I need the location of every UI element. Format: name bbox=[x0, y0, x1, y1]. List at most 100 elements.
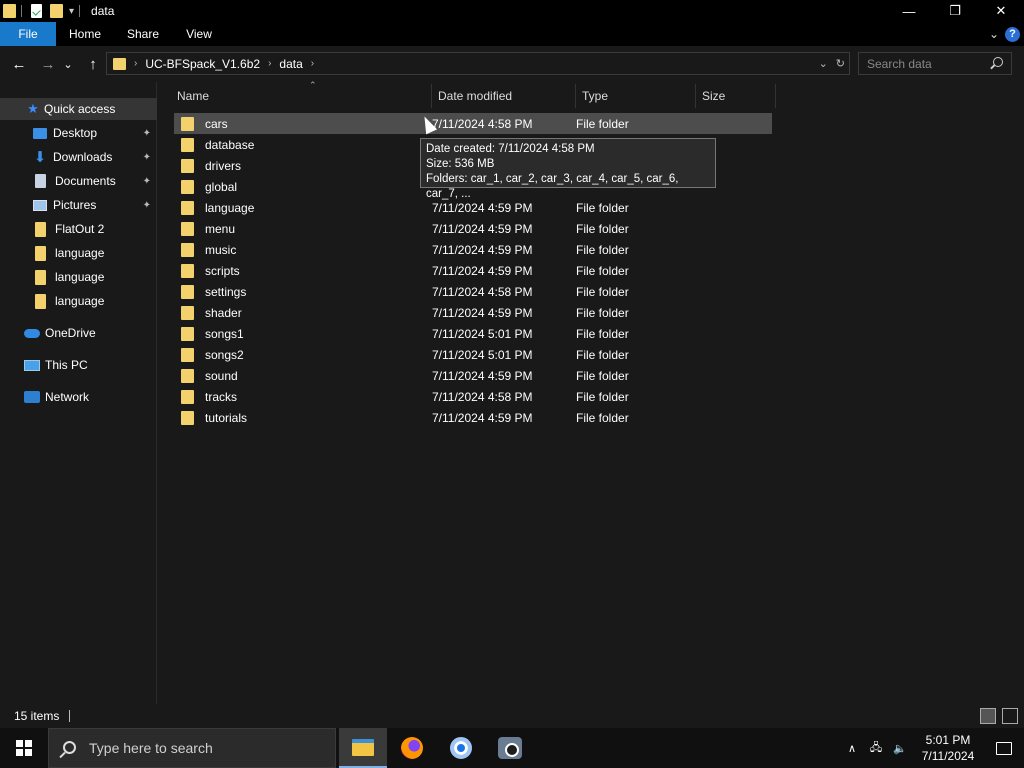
network-status-icon[interactable]: 🖧 bbox=[864, 728, 888, 768]
table-row[interactable]: cars 7/11/2024 4:58 PM File folder bbox=[174, 113, 772, 134]
download-icon: ⬇ bbox=[33, 149, 47, 166]
table-row[interactable]: songs1 7/11/2024 5:01 PM File folder bbox=[174, 323, 772, 344]
sidebar-item-language[interactable]: language bbox=[0, 290, 157, 312]
large-icons-view-icon[interactable] bbox=[1002, 708, 1018, 724]
back-button[interactable]: ← bbox=[8, 54, 30, 74]
minimize-button[interactable]: — bbox=[886, 0, 932, 22]
table-row[interactable]: sound 7/11/2024 4:59 PM File folder bbox=[174, 365, 772, 386]
sidebar-item-flatout-2[interactable]: FlatOut 2 bbox=[0, 218, 157, 240]
folder-icon bbox=[181, 410, 194, 425]
file-name: songs2 bbox=[205, 347, 244, 362]
tab-view[interactable]: View bbox=[172, 22, 226, 46]
sidebar-item-desktop[interactable]: Desktop ✦ bbox=[0, 122, 157, 144]
file-date: 7/11/2024 4:59 PM bbox=[432, 200, 533, 215]
sidebar-item-documents[interactable]: Documents ✦ bbox=[0, 170, 157, 192]
refresh-icon[interactable]: ↻ bbox=[836, 57, 845, 70]
breadcrumb-item[interactable]: UC-BFSpack_V1.6b2 bbox=[145, 57, 260, 71]
expand-ribbon-icon[interactable]: ⌄ bbox=[989, 27, 999, 41]
table-row[interactable]: menu 7/11/2024 4:59 PM File folder bbox=[174, 218, 772, 239]
new-folder-icon[interactable] bbox=[50, 4, 63, 18]
ribbon-tabs: File Home Share View ⌄ ? bbox=[0, 22, 1024, 46]
start-button[interactable] bbox=[0, 728, 48, 768]
chevron-right-icon[interactable]: › bbox=[134, 58, 137, 69]
folder-icon bbox=[181, 305, 194, 320]
cloud-icon bbox=[24, 328, 40, 338]
folder-info-tooltip: Date created: 7/11/2024 4:58 PM Size: 53… bbox=[420, 138, 716, 200]
status-bar: 15 items bbox=[0, 704, 1024, 728]
up-button[interactable]: ↑ bbox=[82, 54, 104, 74]
search-input[interactable]: Search data bbox=[858, 52, 1012, 75]
folder-icon bbox=[35, 245, 46, 261]
close-button[interactable]: ✕ bbox=[978, 0, 1024, 22]
pictures-icon bbox=[33, 199, 47, 211]
tab-file[interactable]: File bbox=[0, 22, 56, 46]
sidebar-item-quick-access[interactable]: ★ Quick access bbox=[0, 98, 157, 120]
forward-button[interactable]: → bbox=[37, 54, 59, 74]
column-header-type[interactable]: Type bbox=[576, 84, 696, 108]
sidebar-item-this-pc[interactable]: This PC bbox=[0, 354, 157, 376]
folder-icon bbox=[181, 368, 194, 383]
volume-muted-icon[interactable]: 🔈 bbox=[888, 728, 912, 768]
column-header-date[interactable]: Date modified bbox=[432, 84, 576, 108]
folder-icon bbox=[181, 158, 194, 173]
computer-icon bbox=[24, 359, 40, 371]
address-bar[interactable]: › UC-BFSpack_V1.6b2 › data › ⌄ ↻ bbox=[106, 52, 850, 75]
folder-icon bbox=[181, 137, 194, 152]
address-dropdown-icon[interactable]: ⌄ bbox=[819, 57, 828, 70]
help-icon[interactable]: ? bbox=[1005, 26, 1020, 42]
table-row[interactable]: tracks 7/11/2024 4:58 PM File folder bbox=[174, 386, 772, 407]
file-type: File folder bbox=[576, 326, 629, 341]
restore-button[interactable]: ❐ bbox=[932, 0, 978, 22]
notification-center-button[interactable] bbox=[984, 728, 1024, 768]
taskbar-search-box[interactable]: Type here to search bbox=[48, 728, 336, 768]
file-name: database bbox=[205, 137, 255, 152]
taskbar-firefox[interactable] bbox=[388, 728, 436, 768]
chevron-right-icon[interactable]: › bbox=[311, 58, 314, 69]
file-type: File folder bbox=[576, 263, 629, 278]
sidebar-item-label: Quick access bbox=[44, 102, 116, 116]
table-row[interactable]: songs2 7/11/2024 5:01 PM File folder bbox=[174, 344, 772, 365]
pin-icon: ✦ bbox=[142, 175, 151, 187]
properties-icon[interactable] bbox=[31, 4, 42, 18]
tab-home[interactable]: Home bbox=[56, 22, 114, 46]
taskbar-chrome[interactable] bbox=[437, 728, 485, 768]
pin-icon: ✦ bbox=[142, 199, 151, 211]
show-hidden-icons-icon[interactable]: ∧ bbox=[840, 728, 864, 768]
table-row[interactable]: scripts 7/11/2024 4:59 PM File folder bbox=[174, 260, 772, 281]
sidebar-item-onedrive[interactable]: OneDrive bbox=[0, 322, 157, 344]
table-row[interactable]: shader 7/11/2024 4:59 PM File folder bbox=[174, 302, 772, 323]
file-type: File folder bbox=[576, 221, 629, 236]
column-header-name[interactable]: Name ⌃ bbox=[171, 80, 432, 108]
folder-icon bbox=[181, 326, 194, 341]
file-date: 7/11/2024 4:58 PM bbox=[432, 116, 533, 131]
sidebar-item-pictures[interactable]: Pictures ✦ bbox=[0, 194, 157, 216]
sidebar-item-language[interactable]: language bbox=[0, 242, 157, 264]
taskbar-file-explorer[interactable] bbox=[339, 728, 387, 768]
title-bar: ▾ data — ❐ ✕ bbox=[0, 0, 1024, 22]
sidebar-item-network[interactable]: Network bbox=[0, 386, 157, 408]
folder-icon bbox=[181, 263, 194, 278]
file-name: music bbox=[205, 242, 237, 257]
file-name: scripts bbox=[205, 263, 240, 278]
sidebar-item-downloads[interactable]: ⬇ Downloads ✦ bbox=[0, 146, 157, 168]
table-row[interactable]: tutorials 7/11/2024 4:59 PM File folder bbox=[174, 407, 772, 428]
customize-quick-access-icon[interactable]: ▾ bbox=[69, 6, 74, 17]
clock[interactable]: 5:01 PM 7/11/2024 bbox=[912, 732, 984, 764]
file-name: tracks bbox=[205, 389, 238, 404]
recent-locations-button[interactable]: ⌄ bbox=[61, 54, 75, 74]
table-row[interactable]: music 7/11/2024 4:59 PM File folder bbox=[174, 239, 772, 260]
sidebar-item-language[interactable]: language bbox=[0, 266, 157, 288]
breadcrumb-item[interactable]: data bbox=[279, 57, 302, 71]
sidebar-item-label: Network bbox=[45, 390, 90, 404]
separator bbox=[21, 5, 22, 17]
taskbar-game-app[interactable] bbox=[486, 728, 534, 768]
table-row[interactable]: settings 7/11/2024 4:58 PM File folder bbox=[174, 281, 772, 302]
chevron-right-icon[interactable]: › bbox=[268, 58, 271, 69]
column-header-label: Date modified bbox=[438, 89, 513, 103]
column-header-size[interactable]: Size bbox=[696, 84, 776, 108]
tab-share[interactable]: Share bbox=[114, 22, 172, 46]
details-view-icon[interactable] bbox=[980, 708, 996, 724]
network-icon bbox=[24, 391, 40, 403]
navigation-bar: ← → ⌄ ↑ › UC-BFSpack_V1.6b2 › data › ⌄ ↻… bbox=[0, 46, 1024, 82]
separator bbox=[79, 5, 81, 17]
